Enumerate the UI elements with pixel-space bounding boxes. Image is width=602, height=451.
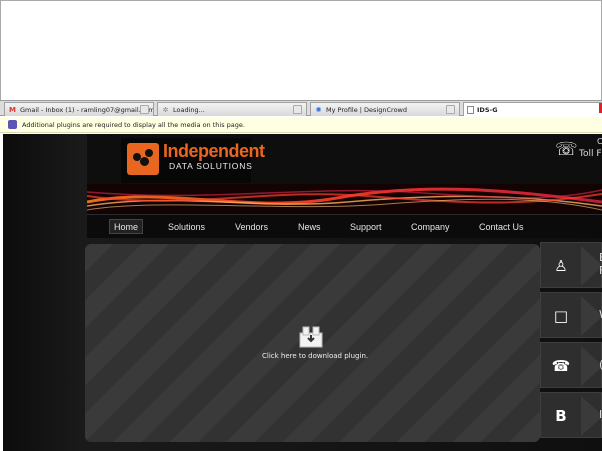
tab-designcrowd[interactable]: ✺ My Profile | DesignCrowd [310,102,460,116]
nav-solutions[interactable]: Solutions [164,219,209,234]
contact-line1: C [597,137,602,146]
nav-contact-us[interactable]: Contact Us [475,219,528,234]
tab-close-icon[interactable] [293,105,302,114]
side-button-phone[interactable]: ☎ ( [540,342,602,388]
website: Independent DATA SOLUTIONS ☏ C Toll F Ho… [3,134,602,451]
tab-ids-g[interactable]: IDS-G [463,102,602,116]
nav-vendors[interactable]: Vendors [231,219,272,234]
header-banner [87,184,602,214]
tab-label: My Profile | DesignCrowd [326,105,407,114]
side-button-blogger[interactable]: B I [540,392,602,438]
tab-gmail[interactable]: M Gmail - Inbox (1) - ramling07@gmail.co… [4,102,154,116]
download-plugin-text[interactable]: Click here to download plugin. [262,352,368,360]
tab-strip: M Gmail - Inbox (1) - ramling07@gmail.co… [0,100,602,116]
gmail-icon: M [9,105,16,114]
document-icon: □ [553,307,569,325]
side-button-document[interactable]: □ W [540,292,602,338]
main-nav: Home Solutions Vendors News Support Comp… [87,214,602,238]
plugin-icon [8,120,17,129]
plugin-notification-bar[interactable]: Additional plugins are required to displ… [0,117,602,133]
nav-home[interactable]: Home [109,219,144,234]
tab-close-icon[interactable] [446,105,455,114]
side-button-person[interactable]: ♙ E F [540,242,602,288]
blogger-icon: B [555,407,567,425]
browser-content-blank [0,0,602,100]
contact-line2: Toll F [579,149,602,159]
tab-loading[interactable]: ✲ Loading... [157,102,307,116]
nav-company[interactable]: Company [407,219,454,234]
tab-label: IDS-G [477,105,498,114]
page-icon [467,105,474,114]
designcrowd-icon: ✺ [315,105,322,114]
banner-waves [87,184,602,214]
nav-support[interactable]: Support [346,219,386,234]
tab-label: Loading... [173,105,205,114]
loading-icon: ✲ [162,105,169,114]
nav-news[interactable]: News [294,219,325,234]
person-icon: ♙ [554,257,568,275]
plugin-content-area[interactable]: Click here to download plugin. [85,244,540,442]
tab-close-icon[interactable] [140,105,149,114]
phone-icon: ☎ [551,357,571,375]
phone-contact-icon: ☏ [555,139,578,160]
logo-subtitle: DATA SOLUTIONS [169,161,253,171]
download-plugin-icon[interactable] [299,326,323,348]
logo-mark-icon [127,143,159,175]
notification-text: Additional plugins are required to displ… [22,120,245,129]
logo-title: Independent [163,141,265,161]
tab-label: Gmail - Inbox (1) - ramling07@gmail.com [20,105,154,114]
